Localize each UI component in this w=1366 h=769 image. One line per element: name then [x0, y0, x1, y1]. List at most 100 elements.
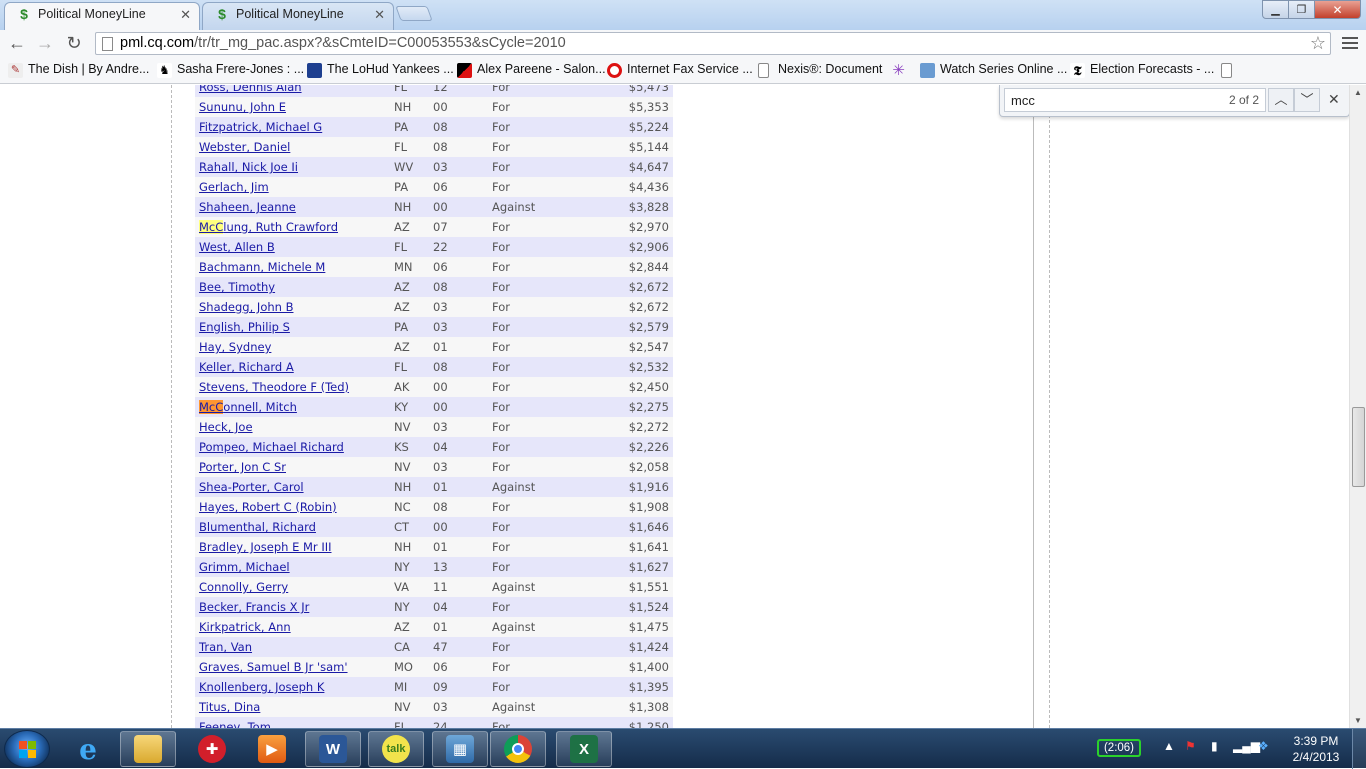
district-cell: 04 — [433, 437, 492, 457]
candidate-link[interactable]: Blumenthal, Richard — [199, 520, 316, 534]
action-center-icon[interactable]: ⚑ — [1185, 739, 1196, 753]
salon-icon — [457, 63, 472, 78]
reload-icon[interactable]: ↻ — [64, 33, 84, 53]
table-row: Graves, Samuel B Jr 'sam' MO 06 For $1,400 — [195, 657, 673, 677]
close-tab-icon[interactable]: ✕ — [374, 4, 385, 26]
candidate-link[interactable]: Tran, Van — [199, 640, 252, 654]
candidate-link[interactable]: Graves, Samuel B Jr 'sam' — [199, 660, 348, 674]
show-hidden-icons-icon[interactable]: ▲ — [1163, 739, 1175, 753]
find-next-button[interactable]: ﹀ — [1294, 88, 1320, 112]
candidate-link[interactable]: English, Philip S — [199, 320, 290, 334]
table-row: Becker, Francis X Jr NY 04 For $1,524 — [195, 597, 673, 617]
state-cell: FL — [394, 717, 433, 728]
close-find-icon[interactable]: ✕ — [1328, 91, 1340, 108]
start-button[interactable] — [4, 730, 50, 768]
tab-political-moneyline-1[interactable]: $ Political MoneyLine ✕ — [4, 2, 200, 30]
forward-arrow-icon[interactable]: → — [35, 33, 55, 53]
tab-title: Political MoneyLine — [236, 7, 344, 21]
table-row: Fitzpatrick, Michael G PA 08 For $5,224 — [195, 117, 673, 137]
position-cell: For — [492, 497, 612, 517]
candidate-link[interactable]: Stevens, Theodore F (Ted) — [199, 380, 349, 394]
candidate-link[interactable]: Gerlach, Jim — [199, 180, 269, 194]
candidate-link[interactable]: Heck, Joe — [199, 420, 253, 434]
vertical-scrollbar[interactable]: ▲ ▼ — [1349, 85, 1366, 728]
position-cell: For — [492, 537, 612, 557]
candidate-link[interactable]: Titus, Dina — [199, 700, 260, 714]
scrollbar-thumb[interactable] — [1352, 407, 1365, 487]
candidate-name-cell: Ross, Dennis Alan — [195, 85, 394, 97]
find-previous-button[interactable]: ︿ — [1268, 88, 1294, 112]
district-cell: 08 — [433, 277, 492, 297]
candidate-link[interactable]: Shea-Porter, Carol — [199, 480, 304, 494]
candidate-link[interactable]: West, Allen B — [199, 240, 275, 254]
taskbar-word[interactable]: W — [305, 731, 361, 767]
candidate-link[interactable]: Shaheen, Jeanne — [199, 200, 296, 214]
state-cell: AK — [394, 377, 433, 397]
address-bar[interactable]: pml.cq.com/tr/tr_mg_pac.aspx?&sCmteID=C0… — [95, 32, 1331, 55]
url-text[interactable]: pml.cq.com/tr/tr_mg_pac.aspx?&sCmteID=C0… — [120, 35, 566, 51]
district-cell: 03 — [433, 297, 492, 317]
candidate-link[interactable]: McClung, Ruth Crawford — [199, 220, 338, 234]
scroll-up-arrow-icon[interactable]: ▲ — [1354, 88, 1362, 97]
find-query[interactable]: mcc — [1011, 93, 1035, 108]
dropbox-icon[interactable]: ❖ — [1258, 739, 1269, 753]
candidate-name-cell: Gerlach, Jim — [195, 177, 394, 197]
taskbar-internet-explorer[interactable]: e — [60, 731, 116, 767]
candidate-link[interactable]: Bradley, Joseph E Mr III — [199, 540, 332, 554]
table-row: Porter, Jon C Sr NV 03 For $2,058 — [195, 457, 673, 477]
app-red-icon: ✚ — [198, 735, 226, 763]
new-tab-button[interactable] — [395, 6, 433, 21]
close-tab-icon[interactable]: ✕ — [180, 4, 191, 26]
candidate-link[interactable]: Hay, Sydney — [199, 340, 271, 354]
candidate-link[interactable]: Hayes, Robert C (Robin) — [199, 500, 337, 514]
candidate-link[interactable]: Bee, Timothy — [199, 280, 275, 294]
candidate-link[interactable]: Grimm, Michael — [199, 560, 290, 574]
position-cell: For — [492, 677, 612, 697]
clock[interactable]: 3:39 PM 2/4/2013 — [1290, 733, 1342, 765]
candidate-link[interactable]: Keller, Richard A — [199, 360, 294, 374]
close-window-button[interactable]: ✕ — [1315, 0, 1361, 19]
candidate-link[interactable]: Ross, Dennis Alan — [199, 85, 302, 94]
bookmark-star-icon[interactable]: ☆ — [1310, 33, 1326, 54]
show-desktop-button[interactable] — [1352, 729, 1366, 769]
state-cell: FL — [394, 357, 433, 377]
candidate-link[interactable]: Bachmann, Michele M — [199, 260, 325, 274]
candidate-link[interactable]: Connolly, Gerry — [199, 580, 288, 594]
minimize-button[interactable]: ▁ — [1262, 0, 1289, 19]
candidate-link[interactable]: Pompeo, Michael Richard — [199, 440, 344, 454]
back-arrow-icon[interactable]: ← — [7, 33, 27, 53]
taskbar-google-talk[interactable]: talk — [368, 731, 424, 767]
candidate-link[interactable]: Webster, Daniel — [199, 140, 290, 154]
candidate-link[interactable]: Knollenberg, Joseph K — [199, 680, 324, 694]
amount-cell: $1,308 — [612, 697, 673, 717]
power-icon[interactable]: ▮ — [1211, 739, 1218, 753]
state-cell: NV — [394, 697, 433, 717]
maximize-button[interactable]: ❐ — [1289, 0, 1315, 19]
menu-icon[interactable] — [1342, 34, 1358, 52]
position-cell: For — [492, 217, 612, 237]
candidate-link[interactable]: Fitzpatrick, Michael G — [199, 120, 322, 134]
candidate-link[interactable]: Sununu, John E — [199, 100, 286, 114]
district-cell: 22 — [433, 237, 492, 257]
candidate-name-cell: Fitzpatrick, Michael G — [195, 117, 394, 137]
candidate-link[interactable]: Shadegg, John B — [199, 300, 293, 314]
candidate-link[interactable]: Becker, Francis X Jr — [199, 600, 309, 614]
taskbar-file-explorer[interactable] — [120, 731, 176, 767]
taskbar-app-red[interactable]: ✚ — [184, 731, 240, 767]
candidate-link[interactable]: Kirkpatrick, Ann — [199, 620, 291, 634]
battery-indicator[interactable]: (2:06) — [1097, 739, 1141, 757]
amount-cell: $1,424 — [612, 637, 673, 657]
taskbar-media-player[interactable]: ▶ — [244, 731, 300, 767]
table-row: Ross, Dennis Alan FL 12 For $5,473 — [195, 85, 673, 97]
scroll-down-arrow-icon[interactable]: ▼ — [1354, 716, 1362, 725]
tab-political-moneyline-2[interactable]: $ Political MoneyLine ✕ — [202, 2, 394, 30]
candidate-link[interactable]: Feeney, Tom — [199, 720, 271, 728]
candidate-link[interactable]: McConnell, Mitch — [199, 400, 297, 414]
candidate-link[interactable]: Rahall, Nick Joe Ii — [199, 160, 298, 174]
taskbar-chrome[interactable] — [490, 731, 546, 767]
taskbar-control-panel[interactable]: ▦ — [432, 731, 488, 767]
taskbar-excel[interactable]: X — [556, 731, 612, 767]
network-icon[interactable]: ▂▄▆ — [1233, 739, 1260, 753]
candidate-link[interactable]: Porter, Jon C Sr — [199, 460, 286, 474]
find-input[interactable]: mcc 2 of 2 — [1004, 88, 1266, 112]
